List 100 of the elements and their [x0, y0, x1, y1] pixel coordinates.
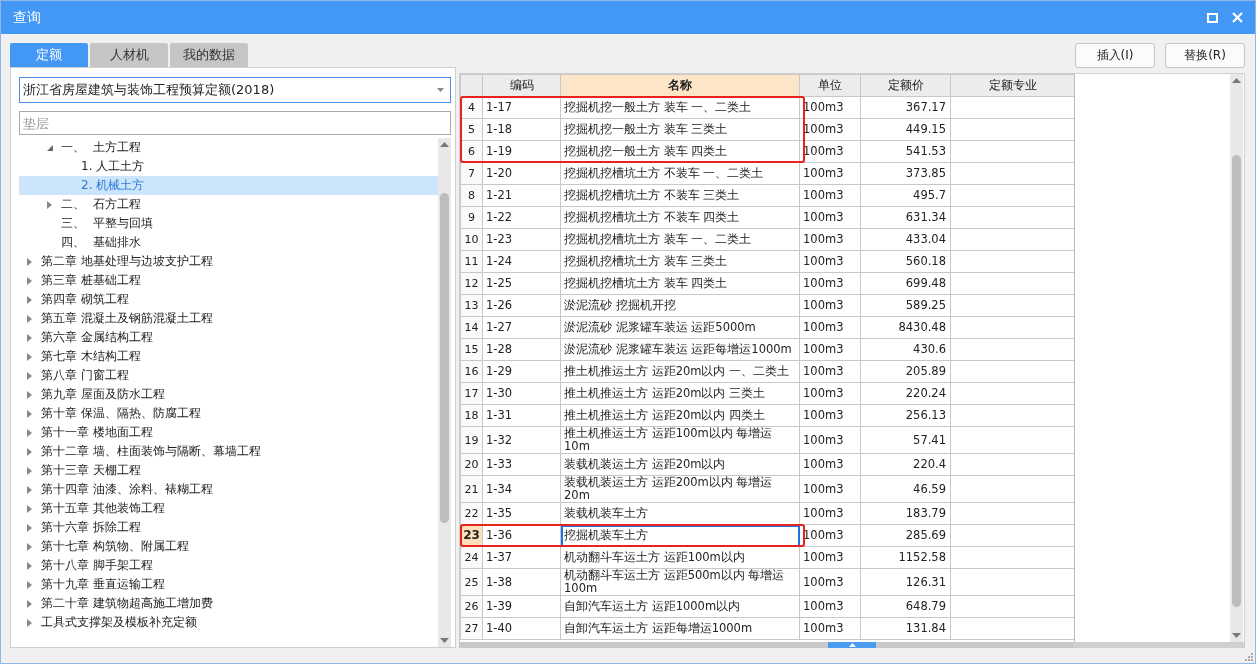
caret-right-icon[interactable] [26, 333, 33, 342]
caret-right-icon[interactable] [26, 561, 33, 570]
row-number: 11 [460, 250, 483, 273]
table-cell: 100m3 [799, 228, 861, 251]
caret-right-icon[interactable] [26, 485, 33, 494]
table-cell: 挖掘机挖槽坑土方 装车 四类土 [560, 272, 800, 295]
row-number: 26 [460, 595, 483, 618]
caret-right-icon[interactable] [26, 504, 33, 513]
tree-item[interactable]: 第十五章 其他装饰工程 [41, 500, 165, 517]
caret-right-icon[interactable] [26, 371, 33, 380]
table-cell: 推土机推运土方 运距100m以内 每增运10m [560, 426, 800, 454]
caret-right-icon[interactable] [26, 428, 33, 437]
search-field[interactable]: 垫层 [19, 111, 451, 135]
caret-right-icon[interactable] [26, 523, 33, 532]
row-number: 20 [460, 453, 483, 476]
arrow-up-icon[interactable] [1232, 78, 1241, 83]
scrollbar[interactable] [1230, 74, 1243, 642]
tree-item[interactable]: 第九章 屋面及防水工程 [41, 386, 165, 403]
table-cell: 126.31 [860, 568, 951, 596]
row-number: 22 [460, 502, 483, 525]
tree-item[interactable]: 第二十章 建筑物超高施工增加费 [41, 595, 213, 612]
arrow-up-icon[interactable] [440, 142, 449, 147]
row-number: 21 [460, 475, 483, 503]
library-dropdown[interactable]: 浙江省房屋建筑与装饰工程预算定额(2018) [19, 77, 451, 103]
arrow-down-icon[interactable] [1232, 633, 1241, 638]
table-cell: 373.85 [860, 162, 951, 185]
table-cell: 1-29 [482, 360, 561, 383]
tree-item[interactable]: 第十二章 墙、柱面装饰与隔断、幕墙工程 [41, 443, 261, 460]
caret-right-icon[interactable] [26, 447, 33, 456]
tree-item[interactable]: 第五章 混凝土及钢筋混凝土工程 [41, 310, 213, 327]
row-number: 27 [460, 617, 483, 640]
tree-item[interactable]: 第十六章 拆除工程 [41, 519, 141, 536]
table-cell: 100m3 [799, 568, 861, 596]
row-number: 16 [460, 360, 483, 383]
caret-right-icon[interactable] [26, 295, 33, 304]
tree-item[interactable]: 第十八章 脚手架工程 [41, 557, 153, 574]
caret-right-icon[interactable] [26, 618, 33, 627]
table-cell: 100m3 [799, 96, 861, 119]
table-cell: 100m3 [799, 272, 861, 295]
table-cell: 机动翻斗车运土方 运距100m以内 [560, 546, 800, 569]
scrollbar[interactable] [438, 138, 451, 647]
table-cell: 1-28 [482, 338, 561, 361]
table-cell: 46.59 [860, 475, 951, 503]
caret-right-icon[interactable] [26, 276, 33, 285]
tree-item[interactable]: 第十一章 楼地面工程 [41, 424, 153, 441]
caret-right-icon[interactable] [26, 466, 33, 475]
tree-item[interactable]: 第二章 地基处理与边坡支护工程 [41, 253, 213, 270]
table-cell: 100m3 [799, 595, 861, 618]
tree-item[interactable]: 四、 基础排水 [61, 234, 141, 251]
table-cell: 1-22 [482, 206, 561, 229]
resize-grip-icon[interactable] [1245, 653, 1253, 661]
tree-item[interactable]: 第十三章 天棚工程 [41, 462, 141, 479]
caret-right-icon[interactable] [26, 409, 33, 418]
horizontal-scrollbar[interactable] [459, 642, 1073, 648]
tree-item[interactable]: 第十九章 垂直运输工程 [41, 576, 165, 593]
caret-right-icon[interactable] [26, 599, 33, 608]
column-header[interactable]: 定额价 [860, 74, 951, 97]
tree-item[interactable]: 二、 石方工程 [61, 196, 141, 213]
tree-item[interactable]: 第三章 桩基础工程 [41, 272, 141, 289]
column-header[interactable]: 名称 [560, 74, 800, 97]
tree-item[interactable]: 一、 土方工程 [61, 139, 141, 156]
caret-right-icon[interactable] [26, 542, 33, 551]
tree-item[interactable]: 第十七章 构筑物、附属工程 [41, 538, 189, 555]
caret-right-icon[interactable] [26, 352, 33, 361]
table-cell: 挖掘机挖槽坑土方 装车 一、二类土 [560, 228, 800, 251]
table-cell: 自卸汽车运土方 运距1000m以内 [560, 595, 800, 618]
table-cell: 560.18 [860, 250, 951, 273]
button[interactable]: 替换(R) [1165, 43, 1245, 68]
close-icon[interactable] [1232, 12, 1243, 23]
tree-item[interactable]: 第十四章 油漆、涂料、裱糊工程 [41, 481, 213, 498]
tree-item[interactable]: 1. 人工土方 [81, 158, 145, 175]
column-header[interactable]: 定额专业 [950, 74, 1074, 97]
table-cell: 449.15 [860, 118, 951, 141]
tree-item[interactable]: 第八章 门窗工程 [41, 367, 129, 384]
column-header[interactable]: 编码 [482, 74, 561, 97]
caret-right-icon[interactable] [46, 200, 53, 209]
arrow-down-icon[interactable] [440, 638, 449, 643]
caret-right-icon[interactable] [26, 390, 33, 399]
table-cell: 100m3 [799, 404, 861, 427]
tab[interactable]: 我的数据 [170, 43, 248, 67]
tab[interactable]: 人材机 [90, 43, 168, 67]
tree-item[interactable]: 第六章 金属结构工程 [41, 329, 153, 346]
table-cell: 1-30 [482, 382, 561, 405]
column-header[interactable]: 单位 [799, 74, 861, 97]
table-cell: 495.7 [860, 184, 951, 207]
table-cell: 8430.48 [860, 316, 951, 339]
caret-right-icon[interactable] [26, 580, 33, 589]
maximize-icon[interactable] [1207, 12, 1218, 23]
button[interactable]: 插入(I) [1075, 43, 1155, 68]
table-cell: 220.24 [860, 382, 951, 405]
tree-item[interactable]: 工具式支撑架及模板补充定额 [41, 614, 197, 631]
table-cell: 挖掘机挖一般土方 装车 三类土 [560, 118, 800, 141]
caret-right-icon[interactable] [26, 257, 33, 266]
tree-item[interactable]: 第四章 砌筑工程 [41, 291, 129, 308]
caret-down-icon[interactable] [46, 143, 53, 152]
tree-item[interactable]: 三、 平整与回填 [61, 215, 153, 232]
table-cell: 1-21 [482, 184, 561, 207]
caret-right-icon[interactable] [26, 314, 33, 323]
tree-item[interactable]: 第十章 保温、隔热、防腐工程 [41, 405, 201, 422]
tree-item[interactable]: 第七章 木结构工程 [41, 348, 141, 365]
